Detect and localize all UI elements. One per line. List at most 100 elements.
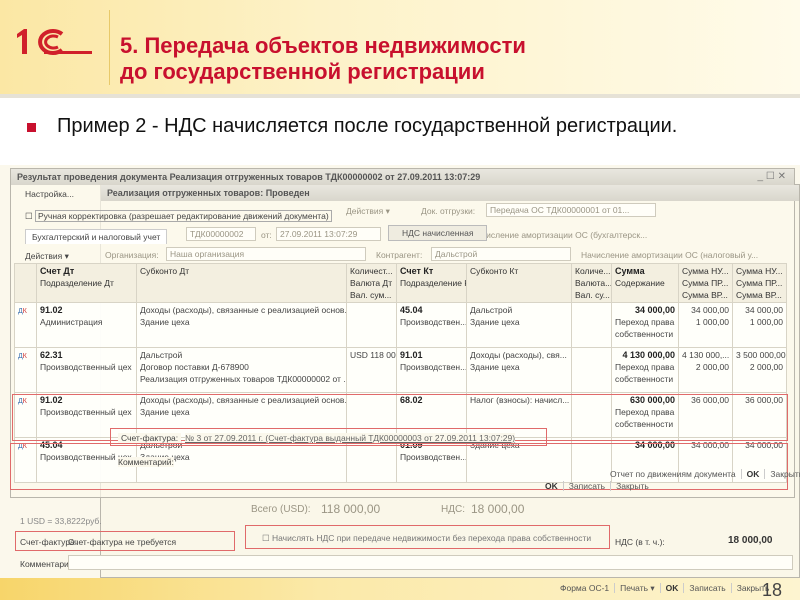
sum-pr-2: 1 000,00: [749, 317, 783, 327]
vat-value: 18 000,00: [471, 502, 525, 516]
save-button[interactable]: Записать: [683, 583, 731, 593]
col-kt[interactable]: Счет Кт: [400, 265, 463, 277]
actions-menu[interactable]: Действия ▾: [346, 206, 390, 217]
sum-nu-2: 34 000,00: [745, 305, 783, 315]
table-cell: 34 000,00 1 000,00: [732, 302, 787, 348]
vat-incl-label: НДС (в т. ч.):: [615, 537, 665, 547]
col-cur-dt[interactable]: Валюта Дт: [350, 277, 393, 289]
comment-input[interactable]: [68, 555, 793, 570]
report-buttons: Отчет по движениям документа OK Закрыть: [605, 469, 800, 479]
total-label: Всего (USD):: [251, 504, 311, 515]
sum-pr: 1 000,00: [695, 317, 729, 327]
col-sum[interactable]: Сумма: [615, 265, 675, 277]
slide-title: 5. Передача объектов недвижимости до гос…: [120, 33, 526, 85]
col-qty-kt[interactable]: Количе...: [575, 265, 610, 277]
mid-ok-button[interactable]: OK: [540, 481, 563, 491]
subconto-kt-2: Здание цеха: [470, 362, 520, 372]
result-window-title: Результат проведения документа Реализаци…: [11, 169, 794, 185]
table-cell: 3 500 000,00 2 000,00: [732, 347, 787, 393]
table-cell: 34 000,00 1 000,00: [678, 302, 733, 348]
1c-logo: [17, 29, 92, 55]
table-cell: 91.01 Производствен... цех: [396, 347, 467, 393]
number-field[interactable]: ТДК00000002: [186, 227, 256, 241]
contractor-label: Контрагент:: [376, 250, 423, 260]
col-kt-dept[interactable]: Подразделение Кт: [400, 277, 466, 289]
window-controls[interactable]: _ ☐ ✕: [758, 171, 786, 182]
exchange-rate: 1 USD = 33,8222руб.: [20, 516, 102, 526]
account-kt: 45.04: [400, 305, 423, 315]
subconto-dt-1: Доходы (расходы), связанные с реализацие…: [140, 305, 347, 315]
result-actions-menu[interactable]: Действия ▾: [25, 251, 69, 262]
col-vr2[interactable]: Сумма ВР...: [736, 289, 783, 301]
col-valsum-dt[interactable]: Вал. сум...: [350, 289, 393, 301]
manual-edit-checkbox[interactable]: ☐ Ручная корректировка (разрешает редакт…: [25, 210, 332, 222]
mid-close-button[interactable]: Закрыть: [610, 481, 654, 491]
subconto-kt-2: Здание цеха: [470, 317, 520, 327]
col-pr1[interactable]: Сумма ПР...: [682, 277, 729, 289]
print-button[interactable]: Печать ▾: [614, 583, 660, 593]
subconto-dt-3: Реализация отгруженных товаров ТДК000000…: [140, 374, 347, 384]
tab-depreciation-tax[interactable]: Начисление амортизации ОС (налоговый у..…: [581, 250, 758, 260]
col-sub-dt[interactable]: Субконто Дт: [140, 265, 343, 277]
col-qty-dt[interactable]: Количест...: [350, 265, 393, 277]
sum-pr-2: 2 000,00: [749, 362, 783, 372]
sum-nu: 4 130 000,...: [682, 350, 730, 360]
invoice-link-highlight: [110, 428, 547, 446]
report-ok-button[interactable]: OK: [740, 469, 765, 479]
table-cell: [346, 302, 397, 348]
mid-buttons: OK Записать Закрыть: [540, 481, 654, 491]
tab-accounting[interactable]: Бухгалтерский и налоговый учет: [25, 229, 168, 244]
col-sub-kt[interactable]: Субконто Кт: [470, 265, 568, 277]
date-label: от:: [261, 230, 272, 240]
table-cell: [571, 347, 612, 393]
col-nu1[interactable]: Сумма НУ...: [682, 265, 729, 277]
table-row[interactable]: ДК 62.31 Производственный цех Дальстрой Дого…: [14, 347, 787, 393]
col-pr2[interactable]: Сумма ПР...: [736, 277, 783, 289]
content: Переход права собственности: [615, 362, 675, 384]
col-dt-dept[interactable]: Подразделение Дт: [40, 277, 133, 289]
shipdoc-field[interactable]: Передача ОС ТДК00000001 от 01...: [486, 203, 656, 217]
account-dt: 62.31: [40, 350, 63, 360]
dept-dt: Администрация: [40, 317, 103, 327]
footer-buttons: Форма ОС-1 Печать ▾ OK Записать Закрыть: [555, 583, 775, 594]
bullet-marker: [27, 123, 36, 132]
col-valsum-kt[interactable]: Вал. су...: [575, 289, 610, 301]
contractor-field[interactable]: Дальстрой: [431, 247, 571, 261]
nds-button[interactable]: НДС начисленная: [388, 225, 488, 241]
vat-checkbox-highlight: [245, 525, 610, 549]
sum-pr: 2 000,00: [695, 362, 729, 372]
org-field[interactable]: Наша организация: [166, 247, 366, 261]
table-cell: Доходы (расходы), связанные с реализацие…: [136, 302, 347, 348]
form-os1-button[interactable]: Форма ОС-1: [555, 583, 614, 593]
col-vr1[interactable]: Сумма ВР...: [682, 289, 729, 301]
table-cell: Дальстрой Здание цеха: [466, 302, 572, 348]
col-nu2[interactable]: Сумма НУ...: [736, 265, 783, 277]
subconto-dt-2: Договор поставки Д-678900: [140, 362, 249, 372]
vat-label: НДС:: [441, 504, 465, 515]
col-dt[interactable]: Счет Дт: [40, 265, 133, 277]
document-window-title: Реализация отгруженных товаров: Проведен: [101, 185, 799, 201]
mid-save-button[interactable]: Записать: [562, 481, 611, 491]
table-cell: ДК: [14, 347, 37, 393]
col-cur-kt[interactable]: Валюта...: [575, 277, 611, 289]
subconto-kt-1: Доходы (расходы), свя...: [470, 350, 567, 360]
col-content[interactable]: Содержание: [615, 277, 675, 289]
report-close-button[interactable]: Закрыть: [764, 469, 800, 479]
sum-nu-2: 3 500 000,00: [736, 350, 786, 360]
report-button[interactable]: Отчет по движениям документа: [605, 469, 741, 479]
table-cell: 4 130 000,00 Переход права собственности: [611, 347, 679, 393]
ok-button[interactable]: OK: [659, 583, 684, 593]
settings-button[interactable]: Настройка...: [25, 189, 74, 199]
table-row[interactable]: ДК 91.02 Администрация Доходы (расходы), св…: [14, 302, 787, 348]
invoice-highlight: [15, 531, 235, 551]
posting-dt-kt-icon: ДК: [18, 353, 27, 360]
dept-kt: Производствен... цех: [400, 362, 467, 372]
header-separator: [109, 10, 110, 85]
nds-button-label: НДС начисленная: [402, 228, 474, 238]
tab-depreciation-accounting[interactable]: Начисление амортизации ОС (бухгалтерск..…: [471, 230, 647, 240]
dept-dt: Производственный цех: [40, 362, 132, 372]
amount: 4 130 000,00: [622, 350, 675, 360]
table-cell: 62.31 Производственный цех: [36, 347, 137, 393]
amount: 34 000,00: [634, 305, 675, 315]
date-field[interactable]: 27.09.2011 13:07:29: [276, 227, 381, 241]
